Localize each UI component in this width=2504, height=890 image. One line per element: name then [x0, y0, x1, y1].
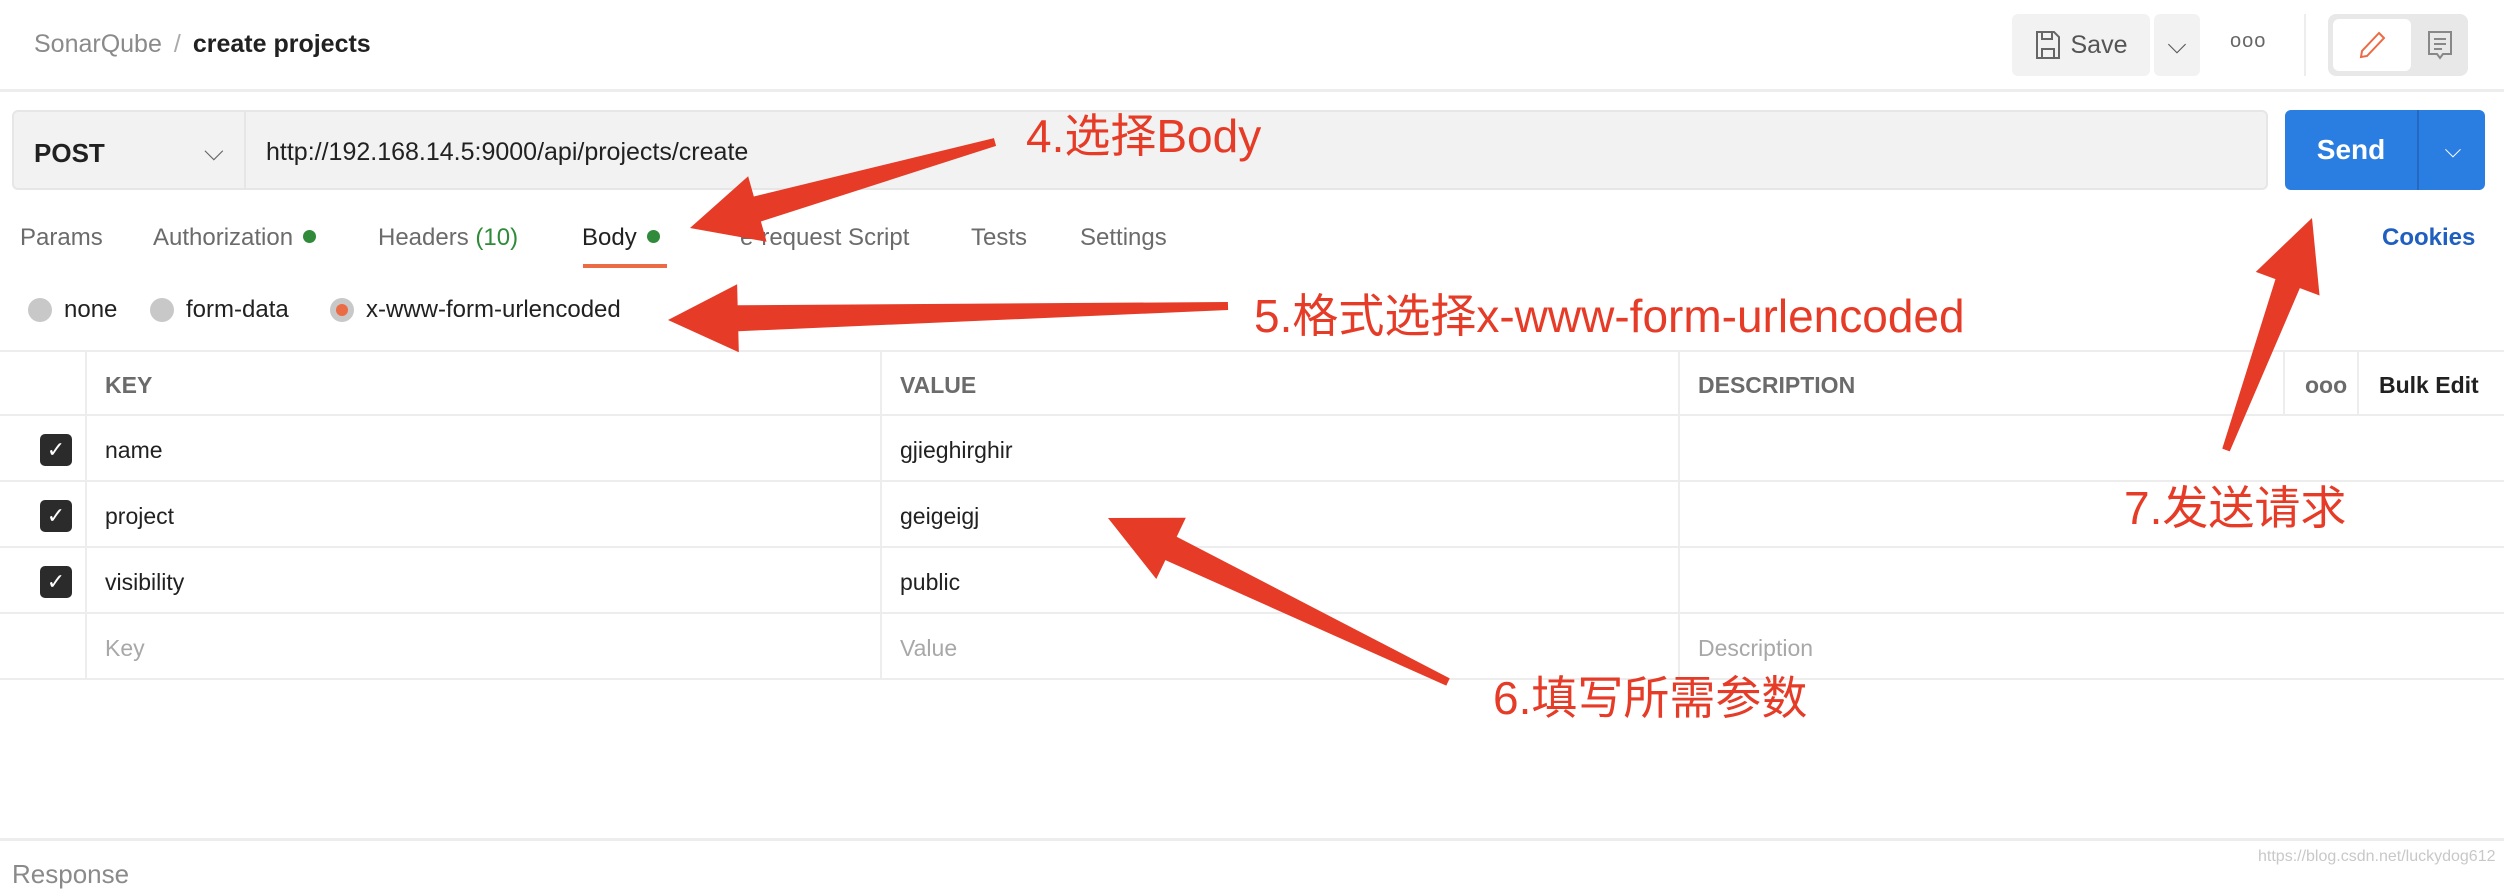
description-cell[interactable] [1678, 482, 1698, 546]
save-dropdown-button[interactable]: ⌵ [2154, 14, 2200, 76]
value-cell[interactable]: gjieghirghir [880, 416, 1013, 480]
edit-mode-button[interactable] [2333, 19, 2411, 71]
tab-params[interactable]: Params [20, 224, 103, 252]
row-checkbox[interactable]: ✓ [40, 434, 72, 466]
radio-none[interactable]: none [28, 296, 117, 324]
send-dropdown-button[interactable]: ⌵ [2421, 110, 2485, 190]
radio-x-www-form-urlencoded[interactable]: x-www-form-urlencoded [330, 296, 621, 324]
tab-label: e-request Script [740, 224, 910, 251]
view-mode-toggle [2328, 14, 2468, 76]
annotation-arrow-5 [668, 284, 1229, 353]
url-input[interactable]: http://192.168.14.5:9000/api/projects/cr… [266, 138, 748, 167]
tab-settings[interactable]: Settings [1080, 224, 1167, 252]
response-pane: Response [0, 838, 2504, 889]
radio-label: none [64, 296, 118, 323]
radio-label: form-data [186, 296, 289, 323]
tab-label: Authorization [153, 224, 294, 251]
key-input[interactable]: Key [85, 614, 145, 678]
key-cell[interactable]: visibility [85, 548, 184, 612]
tab-count: (10) [475, 224, 519, 251]
header: SonarQube / create projects Save ⌵ ooo [0, 0, 2504, 92]
breadcrumb-current[interactable]: create projects [193, 30, 371, 58]
save-label: Save [2070, 30, 2128, 59]
response-label: Response [12, 859, 130, 889]
comments-mode-button[interactable] [2416, 19, 2464, 71]
row-checkbox[interactable]: ✓ [40, 566, 72, 598]
description-cell[interactable] [1678, 416, 1698, 480]
value-input[interactable]: Value [880, 614, 957, 678]
breadcrumb-separator: / [173, 30, 181, 58]
breadcrumb-parent[interactable]: SonarQube [34, 30, 162, 58]
column-description: DESCRIPTION [1678, 352, 2283, 416]
watermark: https://blog.csdn.net/luckydog612 [2258, 848, 2496, 865]
annotation-5: 5.格式选择x-www-form-urlencoded [1254, 290, 1965, 342]
annotation-6: 6.填写所需参数 [1493, 672, 1808, 724]
send-button-group: Send ⌵ [2285, 110, 2485, 190]
tab-label: Settings [1080, 224, 1167, 251]
radio-form-data[interactable]: form-data [150, 296, 289, 324]
status-dot [303, 230, 317, 243]
divider [2304, 14, 2306, 76]
value-cell[interactable]: public [880, 548, 960, 612]
pencil-icon [2359, 31, 2386, 59]
tab-body[interactable]: Body [582, 224, 660, 252]
method-select[interactable]: POST ⌵ [14, 112, 246, 188]
value-cell[interactable]: geigeigj [880, 482, 979, 546]
breadcrumb: SonarQube / create projects [34, 30, 371, 59]
radio-circle [28, 298, 52, 322]
radio-label: x-www-form-urlencoded [366, 296, 621, 323]
chevron-down-icon: ⌵ [204, 136, 224, 166]
table-more-button[interactable]: ooo [2283, 352, 2357, 416]
method-value: POST [34, 138, 105, 168]
key-cell[interactable]: name [85, 416, 163, 480]
chevron-down-icon: ⌵ [2167, 30, 2187, 59]
radio-circle-selected [330, 298, 354, 322]
chevron-down-icon: ⌵ [2444, 137, 2462, 162]
table-header: KEY VALUE DESCRIPTION ooo Bulk Edit [0, 350, 2504, 416]
row-checkbox[interactable]: ✓ [40, 500, 72, 532]
tab-headers[interactable]: Headers (10) [378, 224, 518, 252]
column-key: KEY [85, 352, 880, 416]
cookies-link[interactable]: Cookies [2382, 224, 2475, 252]
tab-label: Params [20, 224, 103, 251]
tab-label: Tests [971, 224, 1028, 251]
tab-label: Headers [378, 224, 469, 251]
save-icon [2035, 31, 2060, 59]
active-tab-indicator [583, 264, 667, 268]
table-row-new: Key Value Description [0, 614, 2504, 680]
bulk-edit-button[interactable]: Bulk Edit [2357, 352, 2504, 416]
tab-authorization[interactable]: Authorization [153, 224, 317, 252]
tab-pre-request-script[interactable]: e-request Script [740, 224, 909, 252]
more-options-button[interactable]: ooo [2230, 30, 2266, 53]
comment-icon [2428, 31, 2452, 60]
send-button[interactable]: Send [2285, 110, 2419, 190]
table-row: ✓ visibility public [0, 548, 2504, 614]
annotation-7: 7.发送请求 [2124, 482, 2347, 534]
save-button[interactable]: Save [2012, 14, 2150, 76]
tab-label: Body [582, 224, 637, 251]
annotation-4: 4.选择Body [1026, 110, 1262, 162]
status-dot [646, 230, 660, 243]
description-cell[interactable] [1678, 548, 1698, 612]
radio-circle [150, 298, 174, 322]
key-cell[interactable]: project [85, 482, 174, 546]
tab-tests[interactable]: Tests [971, 224, 1027, 252]
column-value: VALUE [880, 352, 1678, 416]
